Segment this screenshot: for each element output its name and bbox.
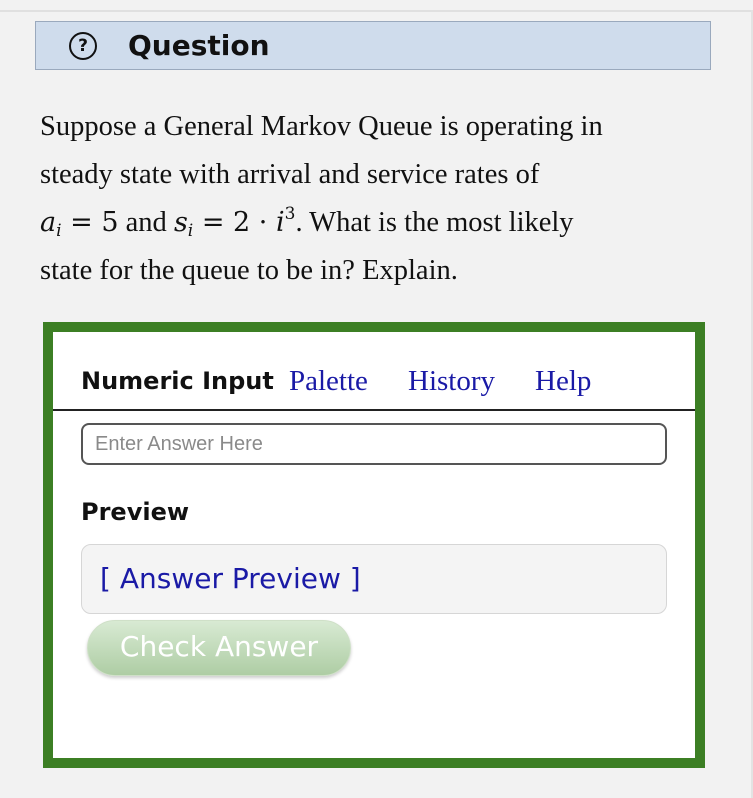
math-eq-1: = 5 xyxy=(70,207,119,238)
answer-input[interactable] xyxy=(81,423,667,465)
tab-help[interactable]: Help xyxy=(535,361,591,401)
answer-preview-link[interactable]: [ Answer Preview ] xyxy=(100,557,361,601)
problem-line-3: ai = 5 and si = 2 · i3. What is the most… xyxy=(40,199,710,247)
answer-panel: Numeric Input Palette History Help Previ… xyxy=(43,322,705,768)
check-answer-button[interactable]: Check Answer xyxy=(87,620,351,676)
problem-line-3-rest: . What is the most likely xyxy=(295,207,574,238)
answer-preview-box: [ Answer Preview ] xyxy=(81,544,667,614)
problem-line-2: steady state with arrival and service ra… xyxy=(40,159,540,190)
problem-line-4: state for the queue to be in? Explain. xyxy=(40,255,458,286)
math-sub-a: i xyxy=(56,221,62,241)
math-eq-2: = 2 · xyxy=(201,207,276,238)
math-var-i: i xyxy=(275,207,285,238)
math-arrival-rate: ai = 5 xyxy=(40,207,119,241)
tab-numeric-input[interactable]: Numeric Input xyxy=(81,361,274,401)
question-circle-icon: ? xyxy=(69,32,97,60)
math-var-s: s xyxy=(173,207,188,238)
math-var-a: a xyxy=(40,207,57,238)
problem-statement: Suppose a General Markov Queue is operat… xyxy=(40,103,710,295)
top-divider xyxy=(0,10,753,12)
answer-tabs: Numeric Input Palette History Help xyxy=(53,332,695,411)
math-exponent: 3 xyxy=(284,204,296,224)
tab-palette[interactable]: Palette xyxy=(289,361,368,401)
and-word: and xyxy=(125,207,167,238)
problem-line-1: Suppose a General Markov Queue is operat… xyxy=(40,111,603,142)
math-service-rate: si = 2 · i3 xyxy=(173,204,296,241)
tab-history[interactable]: History xyxy=(408,361,495,401)
math-sub-s: i xyxy=(187,221,194,241)
question-title: Question xyxy=(128,29,270,62)
preview-label: Preview xyxy=(81,498,190,526)
question-header: ? Question xyxy=(35,21,711,70)
